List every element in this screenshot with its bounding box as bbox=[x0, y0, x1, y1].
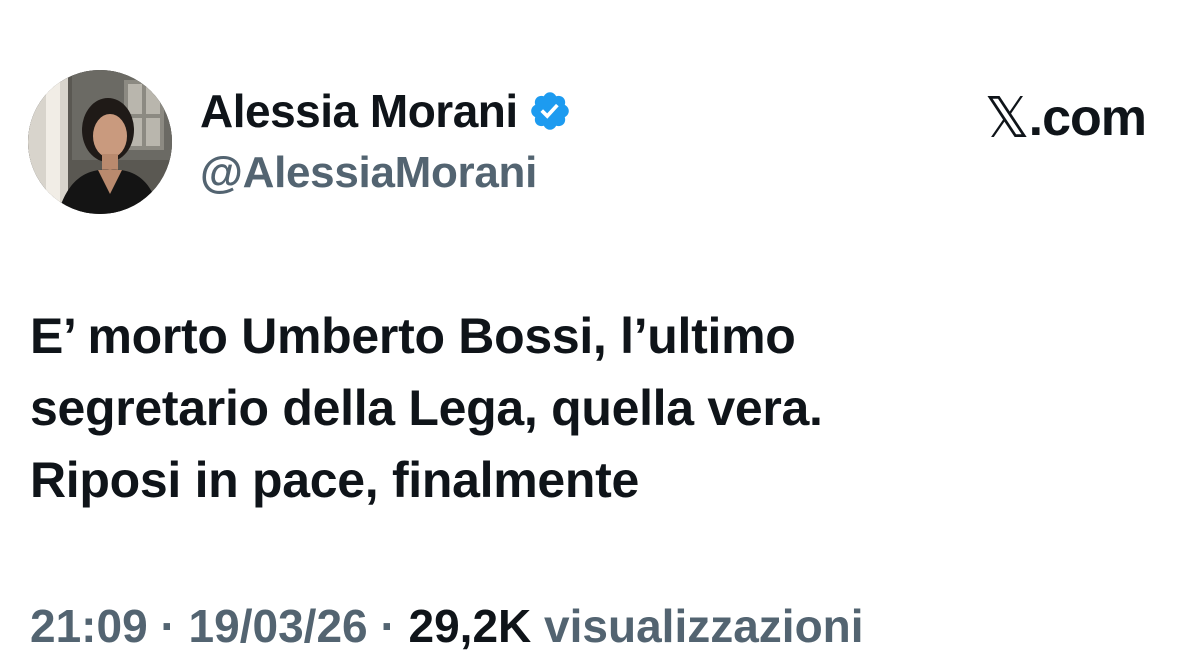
views-label: visualizzazioni bbox=[531, 600, 864, 652]
tweet-card: Alessia Morani @AlessiaMorani 𝕏 .com E’ m… bbox=[0, 0, 1200, 652]
views-count: 29,2K bbox=[408, 600, 532, 652]
meta-separator: · bbox=[147, 600, 189, 652]
tweet-text-line: E’ morto Umberto Bossi, l’ultimo bbox=[30, 308, 796, 364]
tweet-meta: 21:09 · 19/03/26 · 29,2K visualizzazioni bbox=[30, 598, 864, 654]
tweet-text-line: Riposi in pace, finalmente bbox=[30, 452, 639, 508]
tweet-text: E’ morto Umberto Bossi, l’ultimo segreta… bbox=[30, 300, 1030, 516]
author-name-row: Alessia Morani bbox=[200, 84, 572, 138]
avatar[interactable] bbox=[28, 70, 172, 214]
tweet-text-line: segretario della Lega, quella vera. bbox=[30, 380, 823, 436]
x-brand-logo: 𝕏 .com bbox=[984, 86, 1148, 149]
x-logo-icon: 𝕏 bbox=[984, 86, 1030, 149]
author-display-name[interactable]: Alessia Morani bbox=[200, 84, 518, 138]
avatar-photo bbox=[28, 70, 172, 214]
tweet-time[interactable]: 21:09 bbox=[30, 600, 148, 652]
meta-separator: · bbox=[367, 600, 409, 652]
verified-badge-icon bbox=[530, 92, 569, 130]
brand-domain: .com bbox=[1028, 89, 1147, 147]
tweet-date[interactable]: 19/03/26 bbox=[189, 600, 368, 652]
author-handle[interactable]: @AlessiaMorani bbox=[200, 146, 537, 200]
